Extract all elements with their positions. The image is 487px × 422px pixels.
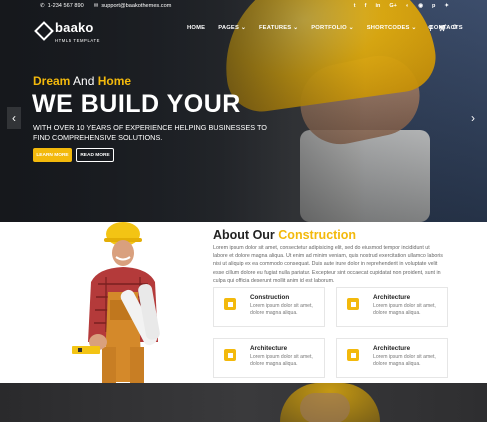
feature-title: Architecture [373, 294, 411, 301]
logo-tagline: HTML5 TEMPLATE [55, 38, 101, 43]
main-menu: HOME PAGES ⌄ FEATURES ⌄ PORTFOLIO ⌄ SHOR… [187, 25, 463, 31]
learn-more-button[interactable]: LEARN MORE [33, 148, 72, 162]
about-title-part1: About Our [213, 228, 275, 242]
nav-portfolio[interactable]: PORTFOLIO ⌄ [311, 25, 353, 31]
google-plus-icon[interactable]: G+ [389, 3, 397, 9]
email-info[interactable]: ✉ support@baakothemes.com [94, 3, 172, 9]
logo[interactable]: baako HTML5 TEMPLATE [34, 19, 101, 43]
feature-card[interactable]: Architecture Lorem ipsum dolor sit amet,… [213, 338, 325, 378]
building-icon [224, 298, 236, 310]
about-description: Lorem ipsum dolor sit amet, consectetur … [213, 245, 443, 284]
about-title: About Our Construction [213, 228, 356, 242]
slider-prev-icon[interactable]: ‹ [7, 107, 21, 129]
read-more-button[interactable]: READ MORE [76, 148, 114, 162]
cart-count: 0 [453, 24, 457, 31]
bottom-hand-image [300, 393, 350, 422]
feature-title: Architecture [250, 345, 288, 352]
hero-subtitle: Dream And Home [33, 74, 131, 88]
twitter-icon[interactable]: t [354, 3, 356, 9]
social-links: t f in G+ ◐ ◉ p ✦ [354, 3, 449, 9]
linkedin-icon[interactable]: in [375, 3, 380, 9]
about-title-highlight: Construction [278, 228, 357, 242]
hero-subtitle-dream: Dream [33, 74, 71, 88]
feature-title: Architecture [373, 345, 411, 352]
logo-mark-icon [34, 21, 54, 41]
building-icon [224, 349, 236, 361]
nav-home[interactable]: HOME [187, 25, 205, 31]
home-icon [347, 298, 359, 310]
hero-title: WE BUILD YOUR [32, 90, 241, 118]
phone-info[interactable]: ✆ 1-234 567 890 [40, 3, 84, 9]
about-section: About Our Construction Lorem ipsum dolor… [0, 222, 487, 383]
feature-card[interactable]: Architecture Lorem ipsum dolor sit amet,… [336, 287, 448, 327]
phone-icon: ✆ [40, 3, 45, 9]
search-icon[interactable]: ⚲ [428, 24, 433, 32]
nav-tools: ⚲ 🛒︎ 0 [428, 24, 457, 32]
dribbble-icon[interactable]: ◉ [418, 3, 423, 9]
feature-card[interactable]: Architecture Lorem ipsum dolor sit amet,… [336, 338, 448, 378]
feature-text: Lorem ipsum dolor sit amet, dolore magna… [250, 303, 313, 317]
feature-card[interactable]: Construction Lorem ipsum dolor sit amet,… [213, 287, 325, 327]
hero-text: WITH OVER 10 YEARS OF EXPERIENCE HELPING… [33, 123, 267, 142]
feature-text: Lorem ipsum dolor sit amet, dolore magna… [373, 303, 436, 317]
cart-icon[interactable]: 🛒︎ [439, 24, 447, 32]
nav-features[interactable]: FEATURES ⌄ [259, 25, 298, 31]
hero-subtitle-home: Home [97, 74, 132, 88]
vk-icon[interactable]: ✦ [444, 3, 449, 9]
github-icon[interactable]: ◐ [406, 3, 409, 9]
page: ✆ 1-234 567 890 ✉ support@baakothemes.com … [0, 0, 487, 422]
bottom-banner [0, 383, 487, 422]
hero-slider: ✆ 1-234 567 890 ✉ support@baakothemes.com … [0, 0, 487, 222]
nav-shortcodes[interactable]: SHORTCODES ⌄ [367, 25, 417, 31]
top-bar: ✆ 1-234 567 890 ✉ support@baakothemes.com … [0, 0, 487, 14]
feature-text: Lorem ipsum dolor sit amet, dolore magna… [373, 354, 436, 368]
nav-pages[interactable]: PAGES ⌄ [218, 25, 246, 31]
email-text: support@baakothemes.com [101, 3, 172, 9]
home-icon [347, 349, 359, 361]
slider-next-icon[interactable]: › [466, 107, 480, 129]
logo-name: baako [55, 20, 94, 35]
construction-worker-image [72, 222, 160, 383]
feature-title: Construction [250, 294, 290, 301]
phone-text: 1-234 567 890 [47, 3, 84, 9]
hero-subtitle-and: And [73, 74, 95, 88]
pinterest-icon[interactable]: p [432, 3, 435, 9]
feature-text: Lorem ipsum dolor sit amet, dolore magna… [250, 354, 313, 368]
facebook-icon[interactable]: f [365, 3, 367, 9]
mail-icon: ✉ [93, 3, 99, 9]
navbar: baako HTML5 TEMPLATE HOME PAGES ⌄ FEATUR… [0, 16, 487, 43]
